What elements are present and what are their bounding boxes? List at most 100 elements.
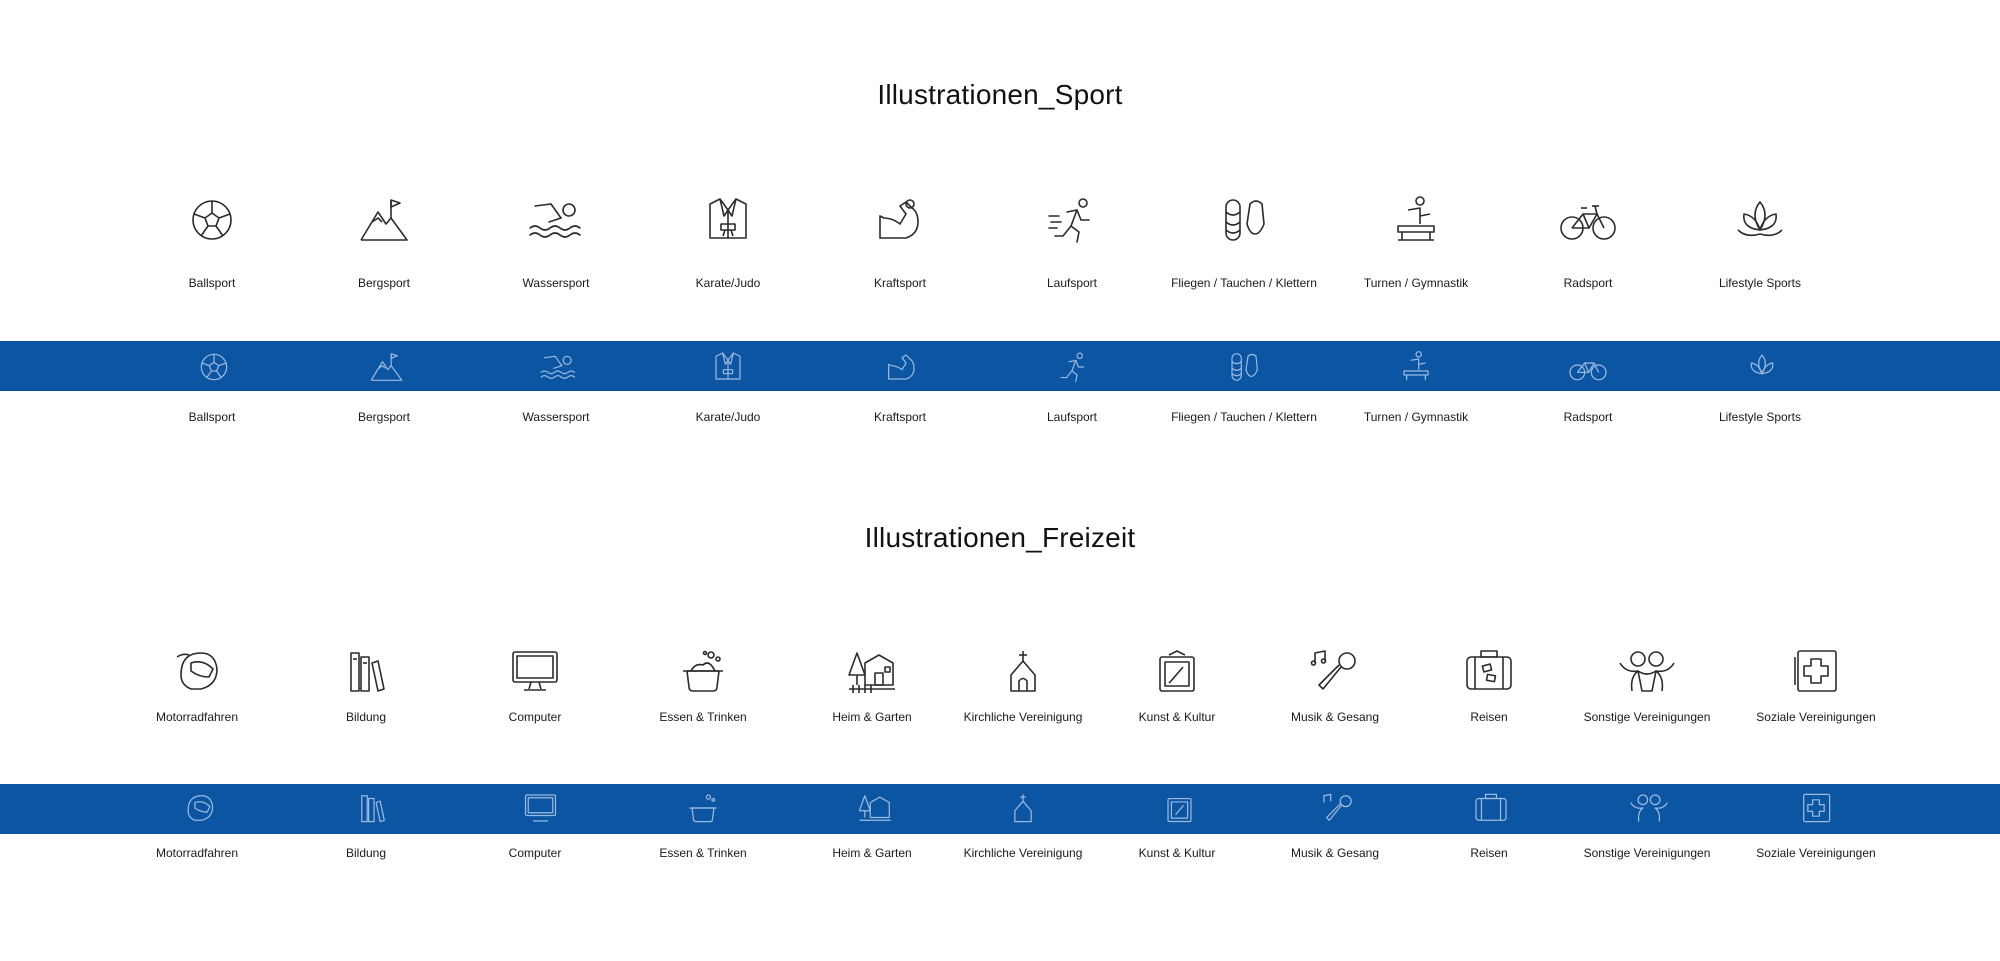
icon-label: Karate/Judo [695,410,761,424]
icon-cell-kunst-kultur[interactable] [1102,649,1252,693]
icon-cell-radsport-inverse[interactable] [1513,351,1663,383]
icon-cell-sonstige-vereinigungen[interactable] [1572,649,1722,693]
icon-label: Turnen / Gymnastik [1363,276,1469,290]
medical-cross-icon [1801,793,1831,823]
swimmer-icon [539,351,578,383]
soccer-ball-icon [198,351,230,383]
icon-cell-bergsport-inverse[interactable] [311,351,461,383]
icon-cell-lifestyle-sports-inverse[interactable] [1687,351,1837,383]
icon-cell-musik-gesang-inverse[interactable] [1262,793,1412,823]
icon-row-freizeit-light [0,793,2000,823]
icon-cell-computer-inverse[interactable] [465,793,615,823]
rope-carabiner-icon [1228,351,1260,383]
icon-cell-kirchliche-vereinigung-inverse[interactable] [948,793,1098,823]
judo-gi-icon [713,351,743,383]
bicycle-icon [1566,351,1610,383]
judo-gi-icon [706,196,750,244]
icon-label: Wassersport [522,410,590,424]
icon-cell-laufsport-inverse[interactable] [997,351,1147,383]
label-row-sport-light: Ballsport Bergsport Wassersport Karate/J… [0,410,2000,424]
icon-cell-lifestyle-sports[interactable] [1685,196,1835,244]
flexed-arm-icon [876,196,924,244]
icon-label: Laufsport [1046,276,1098,290]
runner-icon [1056,351,1089,383]
icon-cell-wassersport[interactable] [481,196,631,244]
icon-cell-sonstige-vereinigungen-inverse[interactable] [1574,793,1724,823]
label-row-freizeit-light: Motorradfahren Bildung Computer Essen & … [0,846,2000,860]
icon-row-sport-dark [0,196,2000,243]
icon-cell-computer[interactable] [460,649,610,693]
monitor-icon [524,793,557,823]
swimmer-icon [527,196,585,244]
gymnast-beam-icon [1401,351,1431,383]
icon-label: Fliegen / Tauchen / Klettern [1171,410,1317,424]
icon-cell-fliegen-tauchen-klettern-inverse[interactable] [1169,351,1319,383]
icon-cell-bildung[interactable] [291,649,441,693]
monitor-icon [511,649,559,693]
helmet-icon [175,649,219,693]
icon-cell-motorradfahren[interactable] [122,649,272,693]
section-title-freizeit: Illustrationen_Freizeit [864,522,1136,553]
icon-cell-radsport[interactable] [1513,196,1663,244]
icon-cell-reisen[interactable] [1414,649,1564,693]
icon-label: Lifestyle Sports [1718,276,1802,290]
icon-cell-wassersport-inverse[interactable] [483,351,633,383]
rope-carabiner-icon [1220,196,1268,244]
icon-cell-laufsport[interactable] [997,196,1147,244]
microphone-note-icon [1310,649,1359,693]
books-icon [347,649,385,693]
icon-cell-heim-garten-inverse[interactable] [800,793,950,823]
icon-label: Laufsport [1046,410,1098,424]
runner-icon [1047,196,1097,244]
icon-cell-kirchliche-vereinigung[interactable] [948,649,1098,693]
icon-cell-karate-judo[interactable] [653,196,803,244]
icon-label: Wassersport [522,276,590,290]
icon-cell-soziale-vereinigungen[interactable] [1741,649,1891,693]
icon-cell-musik-gesang[interactable] [1260,649,1410,693]
chapel-icon [1007,649,1039,693]
suitcase-icon [1473,793,1509,823]
icon-label: Karate/Judo [695,276,761,290]
icon-label: Lifestyle Sports [1718,410,1802,424]
picture-frame-icon [1157,649,1197,693]
cooking-pot-icon [688,793,718,823]
picture-frame-icon [1166,793,1193,823]
icon-cell-turnen-gymnastik[interactable] [1341,196,1491,244]
icon-cell-heim-garten[interactable] [797,649,947,693]
soccer-ball-icon [188,196,236,244]
icon-cell-ballsport-inverse[interactable] [139,351,289,383]
icon-label: Radsport [1563,410,1613,424]
icon-cell-turnen-gymnastik-inverse[interactable] [1341,351,1491,383]
icon-label: Kraftsport [873,276,927,290]
icon-cell-bildung-inverse[interactable] [297,793,447,823]
icon-row-sport-light [0,351,2000,383]
icon-label: Fliegen / Tauchen / Klettern [1171,276,1317,290]
icon-label: Ballsport [188,276,236,290]
house-garden-icon [847,649,897,693]
icon-label: Ballsport [188,410,236,424]
icon-cell-essen-trinken[interactable] [628,649,778,693]
label-row-sport-dark: Ballsport Bergsport Wassersport Karate/J… [0,276,2000,290]
cooking-pot-icon [681,649,725,693]
icon-cell-essen-trinken-inverse[interactable] [628,793,778,823]
icon-cell-kraftsport[interactable] [825,196,975,244]
house-garden-icon [858,793,892,823]
icon-cell-reisen-inverse[interactable] [1416,793,1566,823]
helmet-icon [184,793,214,823]
icon-cell-motorradfahren-inverse[interactable] [124,793,274,823]
icon-cell-karate-judo-inverse[interactable] [653,351,803,383]
mountain-flag-icon [358,196,410,244]
icon-cell-kraftsport-inverse[interactable] [827,351,977,383]
microphone-note-icon [1321,793,1354,823]
mountain-flag-icon [369,351,404,383]
icon-cell-ballsport[interactable] [137,196,287,244]
icon-cell-soziale-vereinigungen-inverse[interactable] [1741,793,1891,823]
lotus-icon [1745,351,1779,383]
people-group-icon [1618,649,1676,693]
icon-label: Turnen / Gymnastik [1363,410,1469,424]
icon-cell-kunst-kultur-inverse[interactable] [1104,793,1254,823]
icon-cell-bergsport[interactable] [309,196,459,244]
icon-label: Soziale Vereinigungen [1756,710,1876,724]
icon-cell-fliegen-tauchen-klettern[interactable] [1169,196,1319,244]
section-title-sport: Illustrationen_Sport [877,79,1123,110]
